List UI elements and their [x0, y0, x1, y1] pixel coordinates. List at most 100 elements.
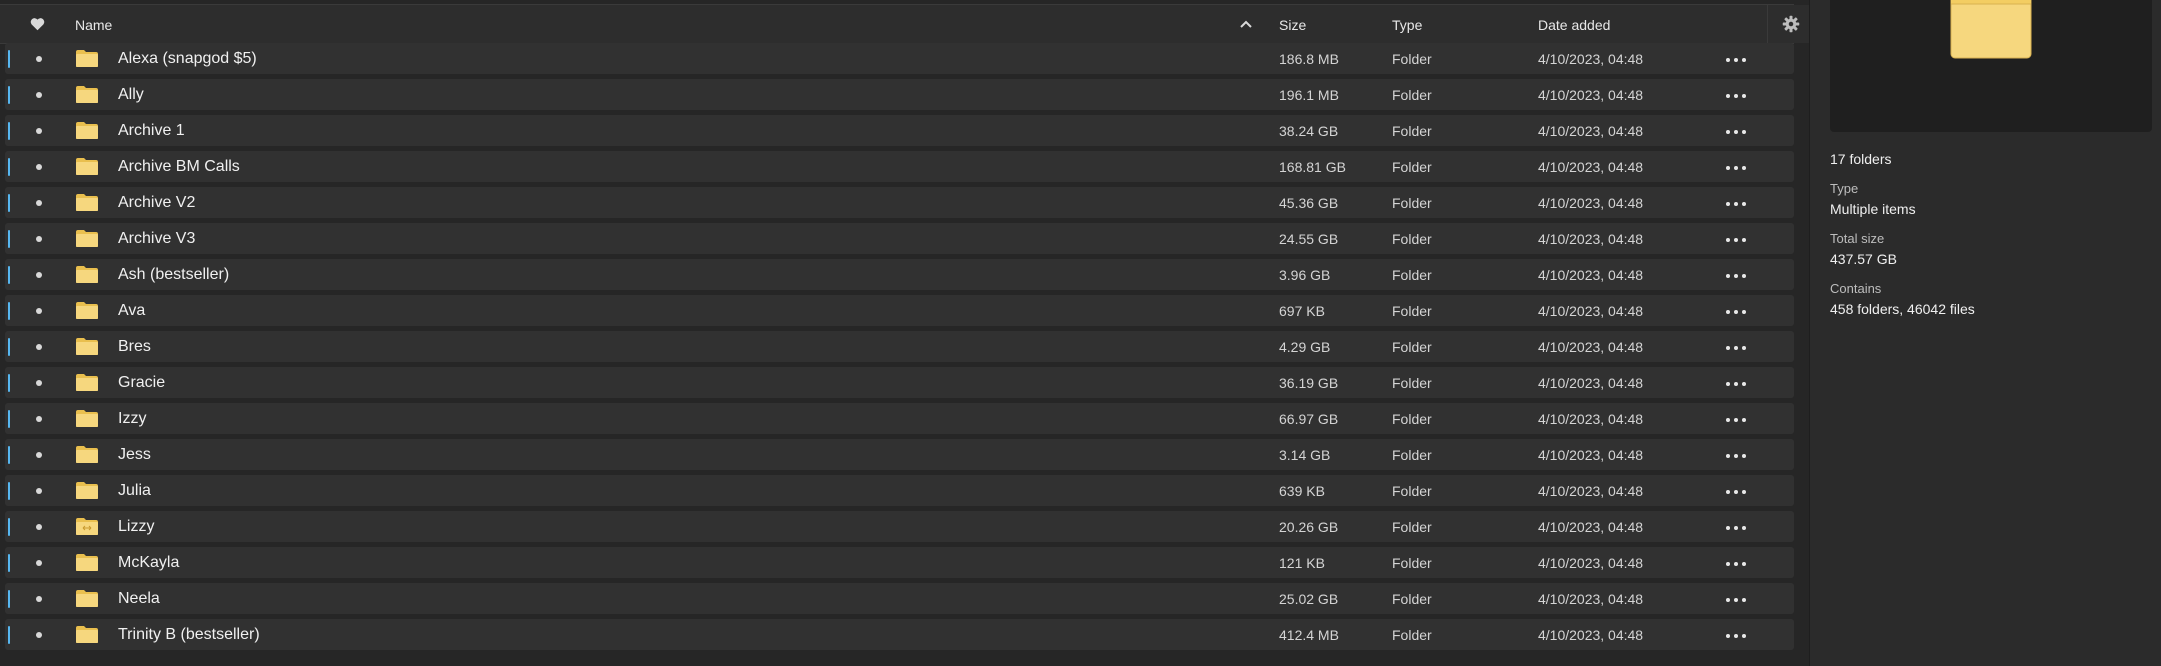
row-status-dot: [36, 596, 42, 602]
row-type: Folder: [1392, 87, 1432, 103]
more-options-button[interactable]: [1723, 339, 1753, 355]
folder-icon: [76, 122, 98, 139]
table-row[interactable]: Neela 25.02 GB Folder 4/10/2023, 04:48: [5, 583, 1794, 614]
table-row[interactable]: Bres 4.29 GB Folder 4/10/2023, 04:48: [5, 331, 1794, 362]
table-row[interactable]: Gracie 36.19 GB Folder 4/10/2023, 04:48: [5, 367, 1794, 398]
row-name: Lizzy: [118, 518, 155, 535]
column-settings[interactable]: [1767, 5, 1814, 43]
row-status-dot: [36, 200, 42, 206]
column-date-added-header[interactable]: Date added: [1538, 5, 1610, 43]
table-row[interactable]: Izzy 66.97 GB Folder 4/10/2023, 04:48: [5, 403, 1794, 434]
folder-icon: [76, 374, 98, 391]
folder-icon: [76, 230, 98, 247]
table-row[interactable]: McKayla 121 KB Folder 4/10/2023, 04:48: [5, 547, 1794, 578]
table-row[interactable]: Archive BM Calls 168.81 GB Folder 4/10/2…: [5, 151, 1794, 182]
row-date: 4/10/2023, 04:48: [1538, 411, 1644, 427]
row-status-dot: [36, 488, 42, 494]
column-type-header[interactable]: Type: [1392, 5, 1422, 43]
table-row[interactable]: Ash (bestseller) 3.96 GB Folder 4/10/202…: [5, 259, 1794, 290]
row-size: 168.81 GB: [1279, 159, 1346, 175]
row-status-dot: [36, 56, 42, 62]
more-horizontal-icon: [1742, 274, 1746, 278]
more-horizontal-icon: [1726, 418, 1730, 422]
more-options-button[interactable]: [1723, 231, 1753, 247]
row-name: Trinity B (bestseller): [118, 626, 260, 643]
table-row[interactable]: Archive V2 45.36 GB Folder 4/10/2023, 04…: [5, 187, 1794, 218]
more-options-button[interactable]: [1723, 447, 1753, 463]
more-options-button[interactable]: [1723, 627, 1753, 643]
heart-icon[interactable]: [30, 17, 45, 31]
more-options-button[interactable]: [1723, 51, 1753, 67]
row-date: 4/10/2023, 04:48: [1538, 447, 1644, 463]
row-date: 4/10/2023, 04:48: [1538, 51, 1644, 67]
more-horizontal-icon: [1742, 130, 1746, 134]
more-horizontal-icon: [1726, 526, 1730, 530]
more-horizontal-icon: [1734, 310, 1738, 314]
more-options-button[interactable]: [1723, 87, 1753, 103]
row-size: 24.55 GB: [1279, 231, 1339, 247]
row-type: Folder: [1392, 267, 1432, 283]
row-size: 66.97 GB: [1279, 411, 1339, 427]
row-size: 196.1 MB: [1279, 87, 1339, 103]
more-horizontal-icon: [1734, 634, 1738, 638]
table-row[interactable]: Lizzy 20.26 GB Folder 4/10/2023, 04:48: [5, 511, 1794, 542]
more-options-button[interactable]: [1723, 267, 1753, 283]
gear-icon[interactable]: [1782, 15, 1800, 33]
more-horizontal-icon: [1734, 490, 1738, 494]
folder-icon: [76, 518, 98, 535]
more-horizontal-icon: [1742, 346, 1746, 350]
more-horizontal-icon: [1742, 94, 1746, 98]
table-row[interactable]: Trinity B (bestseller) 412.4 MB Folder 4…: [5, 619, 1794, 650]
row-date: 4/10/2023, 04:48: [1538, 591, 1644, 607]
table-row[interactable]: Archive 1 38.24 GB Folder 4/10/2023, 04:…: [5, 115, 1794, 146]
row-size: 25.02 GB: [1279, 591, 1339, 607]
row-type: Folder: [1392, 555, 1432, 571]
row-type: Folder: [1392, 303, 1432, 319]
table-row[interactable]: Jess 3.14 GB Folder 4/10/2023, 04:48: [5, 439, 1794, 470]
row-accent-bar: [8, 230, 10, 248]
row-status-dot: [36, 524, 42, 530]
more-options-button[interactable]: [1723, 519, 1753, 535]
details-panel: 17 folders Type Multiple items Total siz…: [1810, 0, 2161, 666]
table-row[interactable]: Alexa (snapgod $5) 186.8 MB Folder 4/10/…: [5, 43, 1794, 74]
row-date: 4/10/2023, 04:48: [1538, 267, 1644, 283]
table-row[interactable]: Ava 697 KB Folder 4/10/2023, 04:48: [5, 295, 1794, 326]
more-options-button[interactable]: [1723, 411, 1753, 427]
row-status-dot: [36, 416, 42, 422]
row-status-dot: [36, 452, 42, 458]
row-type: Folder: [1392, 483, 1432, 499]
more-options-button[interactable]: [1723, 123, 1753, 139]
row-name: Ally: [118, 86, 144, 103]
more-horizontal-icon: [1726, 346, 1730, 350]
folder-icon: [76, 626, 98, 643]
more-horizontal-icon: [1734, 166, 1738, 170]
sort-ascending-icon[interactable]: [1240, 20, 1252, 28]
column-size-header[interactable]: Size: [1279, 5, 1306, 43]
table-row[interactable]: Ally 196.1 MB Folder 4/10/2023, 04:48: [5, 79, 1794, 110]
more-horizontal-icon: [1726, 634, 1730, 638]
row-date: 4/10/2023, 04:48: [1538, 231, 1644, 247]
more-horizontal-icon: [1726, 238, 1730, 242]
row-date: 4/10/2023, 04:48: [1538, 339, 1644, 355]
row-status-dot: [36, 92, 42, 98]
more-horizontal-icon: [1734, 598, 1738, 602]
row-type: Folder: [1392, 411, 1432, 427]
column-name-header[interactable]: Name: [75, 5, 112, 43]
more-horizontal-icon: [1726, 130, 1730, 134]
row-size: 186.8 MB: [1279, 51, 1339, 67]
row-name: Izzy: [118, 410, 147, 427]
more-options-button[interactable]: [1723, 375, 1753, 391]
more-options-button[interactable]: [1723, 195, 1753, 211]
more-options-button[interactable]: [1723, 591, 1753, 607]
more-options-button[interactable]: [1723, 159, 1753, 175]
more-options-button[interactable]: [1723, 555, 1753, 571]
table-row[interactable]: Archive V3 24.55 GB Folder 4/10/2023, 04…: [5, 223, 1794, 254]
table-row[interactable]: Julia 639 KB Folder 4/10/2023, 04:48: [5, 475, 1794, 506]
more-horizontal-icon: [1726, 58, 1730, 62]
more-options-button[interactable]: [1723, 483, 1753, 499]
row-type: Folder: [1392, 591, 1432, 607]
more-horizontal-icon: [1742, 58, 1746, 62]
row-type: Folder: [1392, 159, 1432, 175]
more-options-button[interactable]: [1723, 303, 1753, 319]
row-type: Folder: [1392, 195, 1432, 211]
